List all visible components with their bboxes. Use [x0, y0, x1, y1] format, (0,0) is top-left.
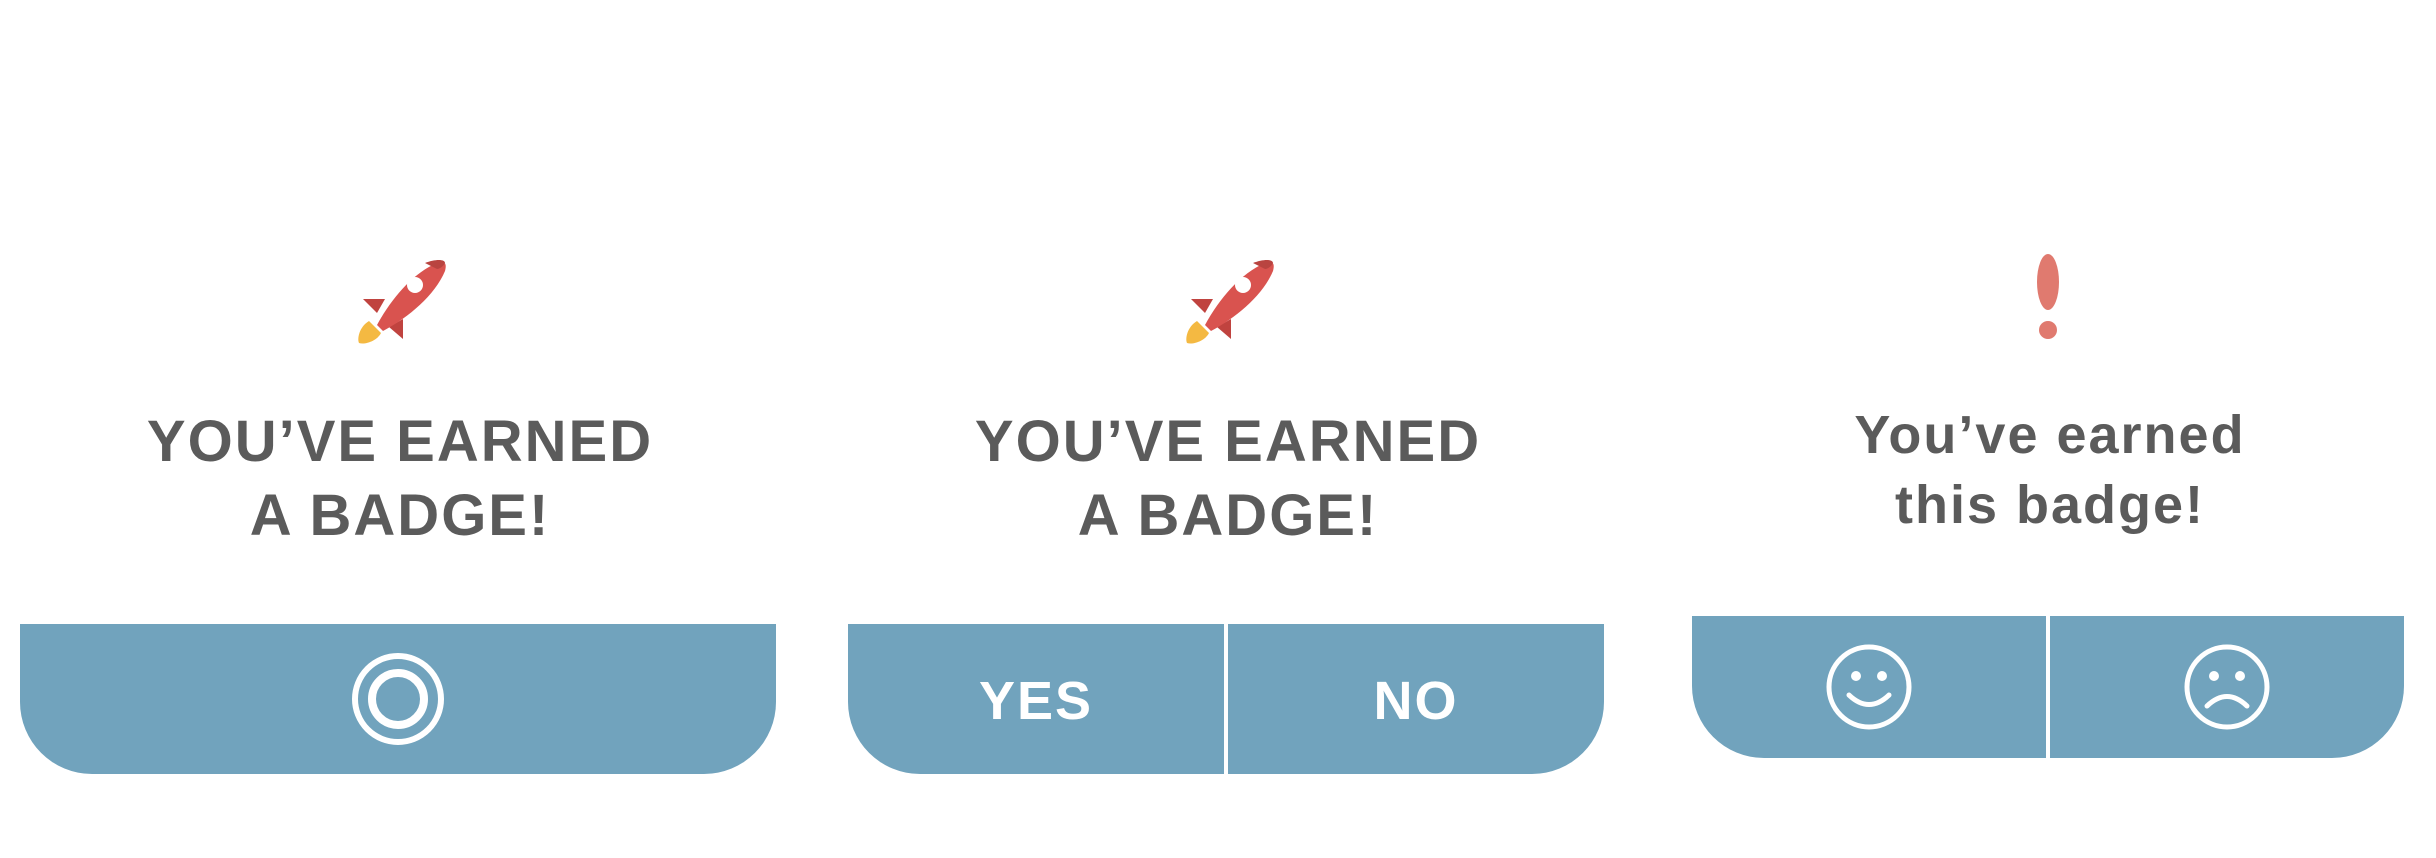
sad-button[interactable] — [2046, 616, 2404, 758]
card-title: YOU’VE EARNED A BADGE! — [20, 405, 780, 553]
frowny-icon — [2184, 644, 2270, 730]
title-line-2: A BADGE! — [249, 483, 551, 548]
action-bar — [1692, 616, 2404, 758]
rocket-icon — [1186, 260, 1274, 344]
circle-ok-icon — [352, 653, 444, 745]
title-line-2: this badge! — [1894, 475, 2205, 535]
action-bar: YES NO — [848, 624, 1604, 774]
yes-label: YES — [978, 671, 1094, 731]
no-button[interactable]: NO — [1224, 624, 1604, 774]
smiley-icon — [1826, 644, 1912, 730]
yes-button[interactable]: YES — [848, 624, 1224, 774]
title-line-1: You’ve earned — [1854, 405, 2246, 465]
exclamation-icon — [2037, 254, 2059, 339]
rocket-icon — [358, 260, 446, 344]
card-title: YOU’VE EARNED A BADGE! — [848, 405, 1608, 553]
title-line-1: YOU’VE EARNED — [974, 409, 1482, 474]
no-label: NO — [1373, 671, 1459, 731]
title-line-1: YOU’VE EARNED — [146, 409, 654, 474]
action-bar — [20, 624, 776, 774]
card-title: You’ve earned this badge! — [1672, 400, 2428, 540]
happy-button[interactable] — [1692, 616, 2046, 758]
ok-button[interactable] — [20, 624, 776, 774]
title-line-2: A BADGE! — [1077, 483, 1379, 548]
